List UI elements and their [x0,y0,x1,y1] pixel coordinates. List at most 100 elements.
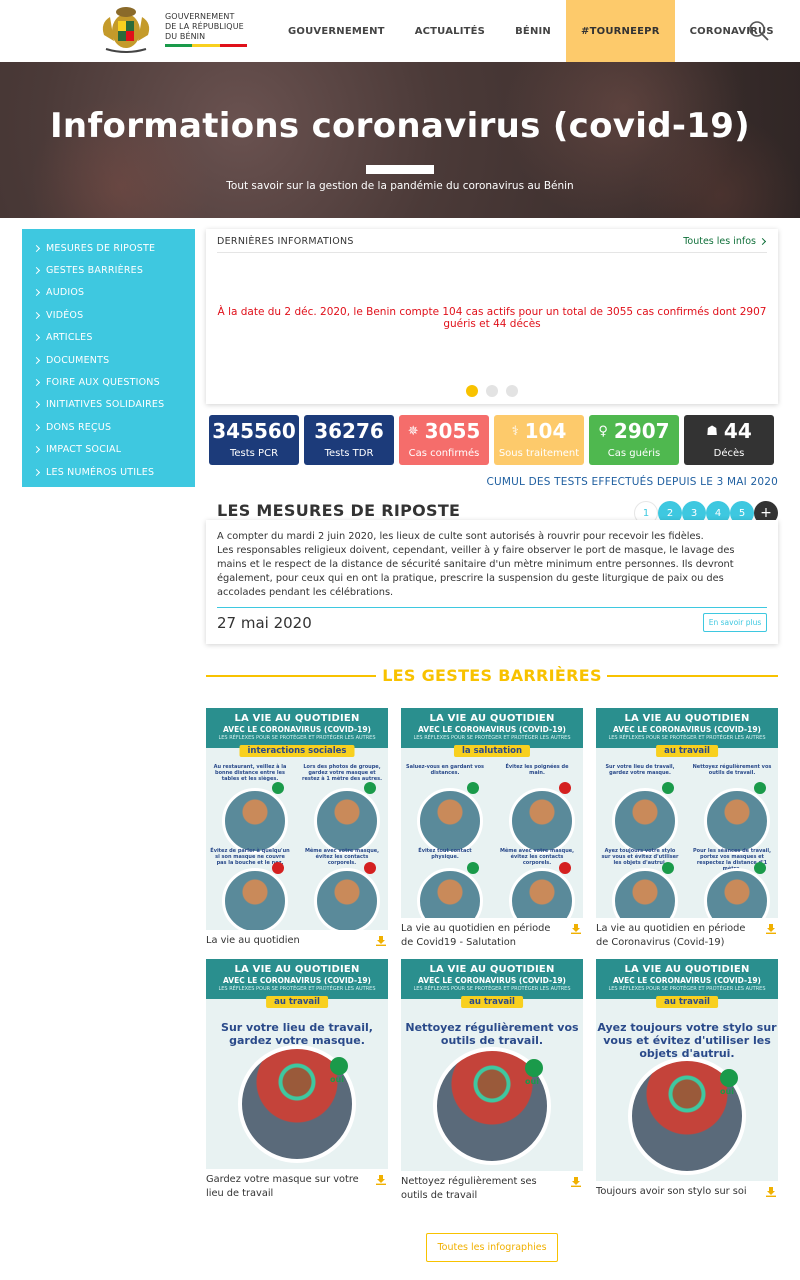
poster-note: Évitez tout contact physique. [418,848,472,860]
poster-subheading: AVEC LE CORONAVIRUS (COVID-19) [418,725,566,734]
stats-row: 345560 Tests PCR 36276 Tests TDR ✵ 3055 Cas co… [209,415,774,465]
carousel-dot[interactable] [486,385,498,397]
sidebar-item[interactable]: IMPACT SOCIAL [22,439,195,461]
stat-value: 36276 [304,419,394,443]
poster-note: Au restaurant, veillez à la bonne distan… [213,764,287,782]
poster-header: LA VIE AU QUOTIDIEN AVEC LE CORONAVIRUS (… [206,959,388,999]
site-header: GOUVERNEMENT DE LA RÉPUBLIQUE DU BÉNIN G… [0,0,800,62]
download-icon[interactable] [571,924,581,934]
stat-value: ☗ 44 [684,419,774,443]
check-icon [330,1057,348,1075]
poster-heading: LA VIE AU QUOTIDIEN [234,713,360,724]
infographic-poster[interactable]: LA VIE AU QUOTIDIEN AVEC LE CORONAVIRUS (… [401,959,583,1171]
nav-item-tourneepr[interactable]: #TOURNEEPR [566,0,675,62]
nav-item-actualit-s[interactable]: ACTUALITÉS [400,0,500,62]
caption-text[interactable]: La vie au quotidien [206,935,300,946]
carousel-dot[interactable] [506,385,518,397]
caption-text[interactable]: Gardez votre masque sur votre lieu de tr… [206,1174,359,1199]
title-underline [366,165,434,174]
coat-of-arms-logo[interactable] [98,5,154,55]
virus-icon: ✵ [407,424,419,439]
search-icon[interactable] [748,20,770,42]
caption-text[interactable]: Nettoyez régulièrement ses outils de tra… [401,1176,537,1201]
flag-red [219,44,247,47]
sidebar-item[interactable]: VIDÉOS [22,304,195,326]
download-icon[interactable] [376,1175,386,1185]
illustration-image [314,868,380,930]
check-icon [467,782,479,794]
caption-text[interactable]: La vie au quotidien en période de Covid1… [401,923,550,948]
infographic-poster[interactable]: LA VIE AU QUOTIDIEN AVEC LE CORONAVIRUS (… [596,959,778,1181]
poster-header: LA VIE AU QUOTIDIEN AVEC LE CORONAVIRUS (… [596,708,778,748]
sidebar-item[interactable]: AUDIOS [22,282,195,304]
logo-line-2: DE LA RÉPUBLIQUE [165,22,244,31]
read-more-button[interactable]: En savoir plus [703,613,767,632]
caption-text[interactable]: La vie au quotidien en période de Corona… [596,923,745,948]
sidebar-item-label: VIDÉOS [46,309,84,321]
infographic-poster[interactable]: LA VIE AU QUOTIDIEN AVEC LE CORONAVIRUS (… [206,708,388,930]
stat-label: Tests TDR [324,448,374,459]
chevron-right-icon [32,401,41,409]
sidebar-item[interactable]: LES NUMÉROS UTILES [22,461,195,483]
poster-heading: LA VIE AU QUOTIDIEN [429,713,555,724]
download-icon[interactable] [376,936,386,946]
chevron-right-icon [32,334,41,342]
sidebar-item[interactable]: FOIRE AUX QUESTIONS [22,371,195,393]
sidebar-item[interactable]: ARTICLES [22,327,195,349]
poster-message: Ayez toujours votre stylo sur vous et év… [597,1021,777,1060]
illustration-image [704,788,770,854]
illustration-image [314,788,380,854]
stat-box: ♀ 2907 Cas guéris [589,415,679,465]
download-icon[interactable] [766,924,776,934]
death-icon: ☗ [706,424,718,439]
sidebar-item[interactable]: DONS REÇUS [22,416,195,438]
illustration-image [612,788,678,854]
cross-icon [272,862,284,874]
infographic-poster[interactable]: LA VIE AU QUOTIDIEN AVEC LE CORONAVIRUS (… [401,708,583,918]
poster-note: Sur votre lieu de travail, gardez votre … [605,764,675,776]
download-icon[interactable] [766,1187,776,1197]
chevron-right-icon [32,423,41,431]
riposte-title: LES MESURES DE RIPOSTE [217,501,461,520]
sidebar-item-label: AUDIOS [46,287,85,299]
illustration-image [417,868,483,918]
flag-yellow [192,44,220,47]
infographic-poster[interactable]: LA VIE AU QUOTIDIEN AVEC LE CORONAVIRUS (… [596,708,778,918]
chevron-right-icon [32,244,41,252]
poster-subheading: AVEC LE CORONAVIRUS (COVID-19) [613,976,761,985]
stat-label: Décès [713,448,745,459]
all-infographics-button[interactable]: Toutes les infographies [426,1233,558,1262]
chevron-right-icon [758,237,767,246]
poster-topic-tag: interactions sociales [239,745,355,757]
poster-heading: LA VIE AU QUOTIDIEN [429,964,555,975]
sidebar-item[interactable]: GESTES BARRIÈRES [22,259,195,281]
sidebar-item-label: DONS REÇUS [46,421,112,433]
sidebar-item[interactable]: MESURES DE RIPOSTE [22,237,195,259]
riposte-date: 27 mai 2020 [217,614,312,632]
poster-header: LA VIE AU QUOTIDIEN AVEC LE CORONAVIRUS (… [401,959,583,999]
stat-box: ⚕ 104 Sous traitement [494,415,584,465]
nav-item-coronavirus[interactable]: CORONAVIRUS [675,0,789,62]
flag-green [165,44,193,47]
check-icon [754,862,766,874]
stat-number: 44 [723,419,752,443]
nav-item-gouvernement[interactable]: GOUVERNEMENT [273,0,400,62]
stat-value: ♀ 2907 [589,419,679,443]
sidebar-item[interactable]: INITIATIVES SOLIDAIRES [22,394,195,416]
nav-item-b-nin[interactable]: BÉNIN [500,0,566,62]
hero-banner: Informations coronavirus (covid-19) Tout… [0,62,800,218]
all-news-link[interactable]: Toutes les infos [683,236,767,247]
stat-number: 104 [524,419,567,443]
infographic-poster[interactable]: LA VIE AU QUOTIDIEN AVEC LE CORONAVIRUS (… [206,959,388,1169]
check-icon [662,782,674,794]
download-icon[interactable] [571,1177,581,1187]
stat-number: 36276 [314,419,384,443]
caption-text[interactable]: Toujours avoir son stylo sur soi [596,1186,747,1197]
poster-tagline: LES RÉFLEXES POUR SE PROTÉGER ET PROTÉGE… [608,986,766,992]
riposte-text: A compter du mardi 2 juin 2020, les lieu… [217,530,767,600]
poster-subheading: AVEC LE CORONAVIRUS (COVID-19) [613,725,761,734]
poster-note: Saluez-vous en gardant vos distances. [405,764,485,776]
sidebar-item[interactable]: DOCUMENTS [22,349,195,371]
carousel-dot[interactable] [466,385,478,397]
chevron-right-icon [32,267,41,275]
